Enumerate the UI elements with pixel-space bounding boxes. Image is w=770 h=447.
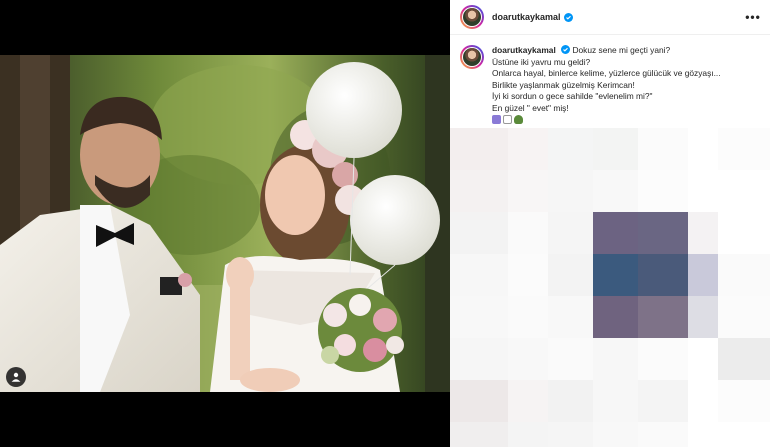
caption-line-3: Onlarca hayal, binlerce kelime, yüzlerce… — [492, 68, 721, 78]
author-username[interactable]: doarutkaykamal — [492, 12, 561, 22]
verified-badge-icon — [563, 12, 573, 22]
caption-line-6: En güzel " evet" miş! — [492, 102, 569, 113]
caption-text: doarutkaykamal Dokuz sene mi geçti yani?… — [492, 45, 721, 124]
post-caption: doarutkaykamal Dokuz sene mi geçti yani?… — [460, 45, 760, 124]
tag-people-button[interactable] — [6, 367, 26, 387]
post-media — [0, 0, 450, 447]
user-tag-icon — [11, 372, 21, 382]
wedding-photo[interactable] — [0, 55, 450, 392]
caption-emojis — [492, 115, 721, 124]
caption-line-5: İyi ki sordun o gece sahilde "evlenelim … — [492, 91, 653, 101]
instagram-post-view: doarutkaykamal ••• doarutkaykamal Dokuz … — [0, 0, 770, 447]
bouquet-emoji-icon — [514, 115, 523, 124]
caption-username[interactable]: doarutkaykamal — [492, 45, 556, 55]
verified-badge-icon — [561, 45, 571, 54]
caption-line-1: Dokuz sene mi geçti yani? — [572, 45, 671, 55]
caption-line-2: Üstüne iki yavru mu geldi? — [492, 56, 591, 67]
couple-emoji-icon — [492, 115, 501, 124]
post-header: doarutkaykamal ••• — [450, 0, 770, 35]
white-heart-emoji-icon — [503, 115, 512, 124]
author-avatar[interactable] — [460, 5, 484, 29]
more-options-icon[interactable]: ••• — [745, 10, 760, 24]
caption-line-4: Birlikte yaşlanmak güzelmiş Kerimcan! — [492, 79, 635, 90]
caption-avatar[interactable] — [460, 45, 484, 69]
pixelated-comments-area — [450, 128, 770, 447]
post-side-panel: doarutkaykamal ••• doarutkaykamal Dokuz … — [450, 0, 770, 447]
